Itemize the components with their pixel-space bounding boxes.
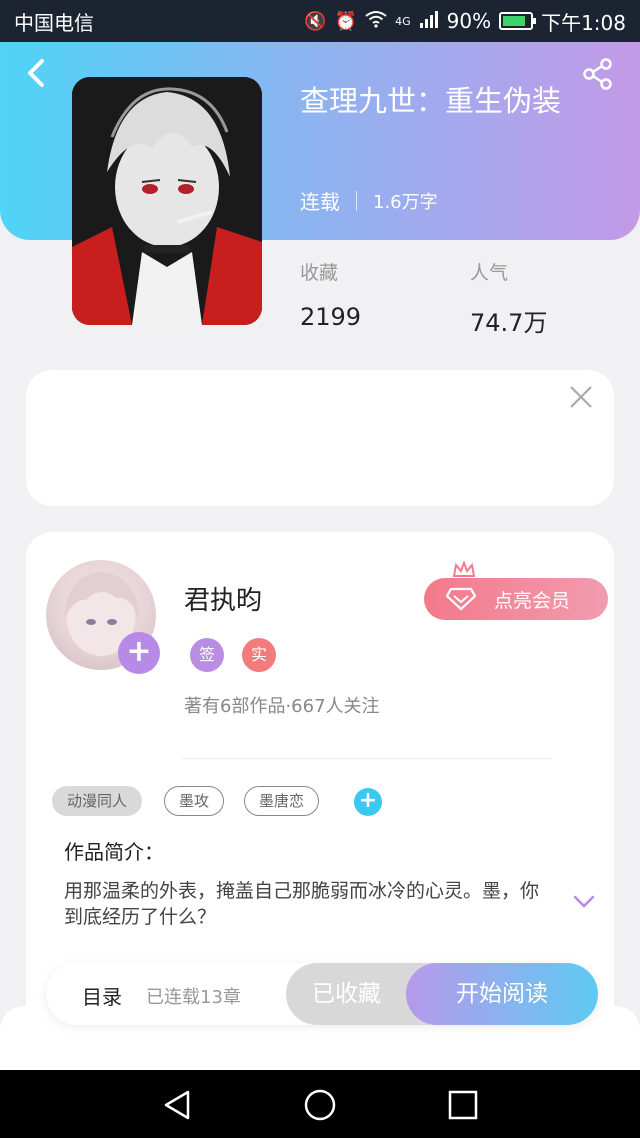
mute-icon: 🔇 <box>304 10 327 32</box>
crown-icon <box>452 560 476 577</box>
chevron-down-icon <box>573 895 595 908</box>
serial-status: 连载 <box>300 190 340 214</box>
stat-popularity: 人气 74.7万 <box>470 258 547 338</box>
tag-item[interactable]: 墨攻 <box>164 786 225 816</box>
diamond-icon <box>446 587 476 611</box>
add-tag-button[interactable]: + <box>354 788 382 816</box>
author-name[interactable]: 君执昀 <box>184 580 262 617</box>
wifi-icon <box>365 10 387 33</box>
tag-genre[interactable]: 动漫同人 <box>52 786 143 816</box>
stat-label: 收藏 <box>300 262 339 284</box>
vip-button[interactable]: 点亮会员 <box>424 578 608 620</box>
circle-home-icon <box>304 1089 336 1121</box>
vip-button-label: 点亮会员 <box>494 589 571 612</box>
stat-value: 2199 <box>300 303 362 331</box>
ad-close-button[interactable] <box>568 384 594 410</box>
verified-badge: 实 <box>242 638 276 672</box>
alarm-icon: ⏰ <box>334 10 358 32</box>
battery-icon <box>499 12 537 30</box>
expand-intro-button[interactable] <box>572 894 596 910</box>
section-divider <box>182 758 552 759</box>
author-summary: 著有6部作品·667人关注 <box>184 696 380 717</box>
stat-favorites: 收藏 2199 <box>300 258 361 331</box>
nav-recents-button[interactable] <box>446 1088 480 1122</box>
nav-home-button[interactable] <box>303 1088 337 1122</box>
nav-back-button[interactable] <box>160 1088 194 1122</box>
meta-divider <box>356 190 357 211</box>
book-cover[interactable] <box>72 77 262 325</box>
chevron-left-icon <box>28 59 44 87</box>
square-recents-icon <box>448 1090 478 1120</box>
start-reading-button[interactable]: 开始阅读 <box>406 963 598 1025</box>
signed-badge: 签 <box>190 638 224 672</box>
catalog-button[interactable]: 目录 <box>82 981 122 1010</box>
back-button[interactable] <box>20 56 54 90</box>
follow-author-button[interactable]: + <box>118 632 160 674</box>
chapter-count[interactable]: 已连载13章 <box>146 983 241 1009</box>
cover-illustration <box>72 77 262 325</box>
stat-label: 人气 <box>470 262 509 284</box>
carrier-label: 中国电信 <box>14 10 94 35</box>
network-type: 4G <box>395 14 411 28</box>
status-icons: 🔇 ⏰ 4G 90% 下午1:08 <box>304 7 626 36</box>
intro-heading: 作品简介： <box>64 840 164 864</box>
triangle-back-icon <box>164 1090 190 1120</box>
close-icon <box>570 386 592 408</box>
word-count: 1.6万字 <box>373 191 438 213</box>
book-meta: 连载 1.6万字 <box>300 186 438 215</box>
ad-card <box>26 370 614 506</box>
stat-value: 74.7万 <box>470 309 548 337</box>
signal-icon <box>419 10 439 33</box>
battery-percent: 90% <box>446 9 492 33</box>
action-bar: 目录 已连载13章 已收藏 开始阅读 <box>46 963 598 1025</box>
clock: 下午1:08 <box>541 10 626 35</box>
status-bar: 中国电信 🔇 ⏰ 4G 90% 下午1:08 <box>0 0 640 42</box>
book-title: 查理九世：重生伪装 <box>300 84 562 118</box>
intro-text: 用那温柔的外表，掩盖自己那脆弱而冰冷的心灵。墨，你到底经历了什么？ <box>64 880 540 928</box>
system-nav-bar <box>0 1070 640 1138</box>
tag-item[interactable]: 墨唐恋 <box>244 786 320 816</box>
